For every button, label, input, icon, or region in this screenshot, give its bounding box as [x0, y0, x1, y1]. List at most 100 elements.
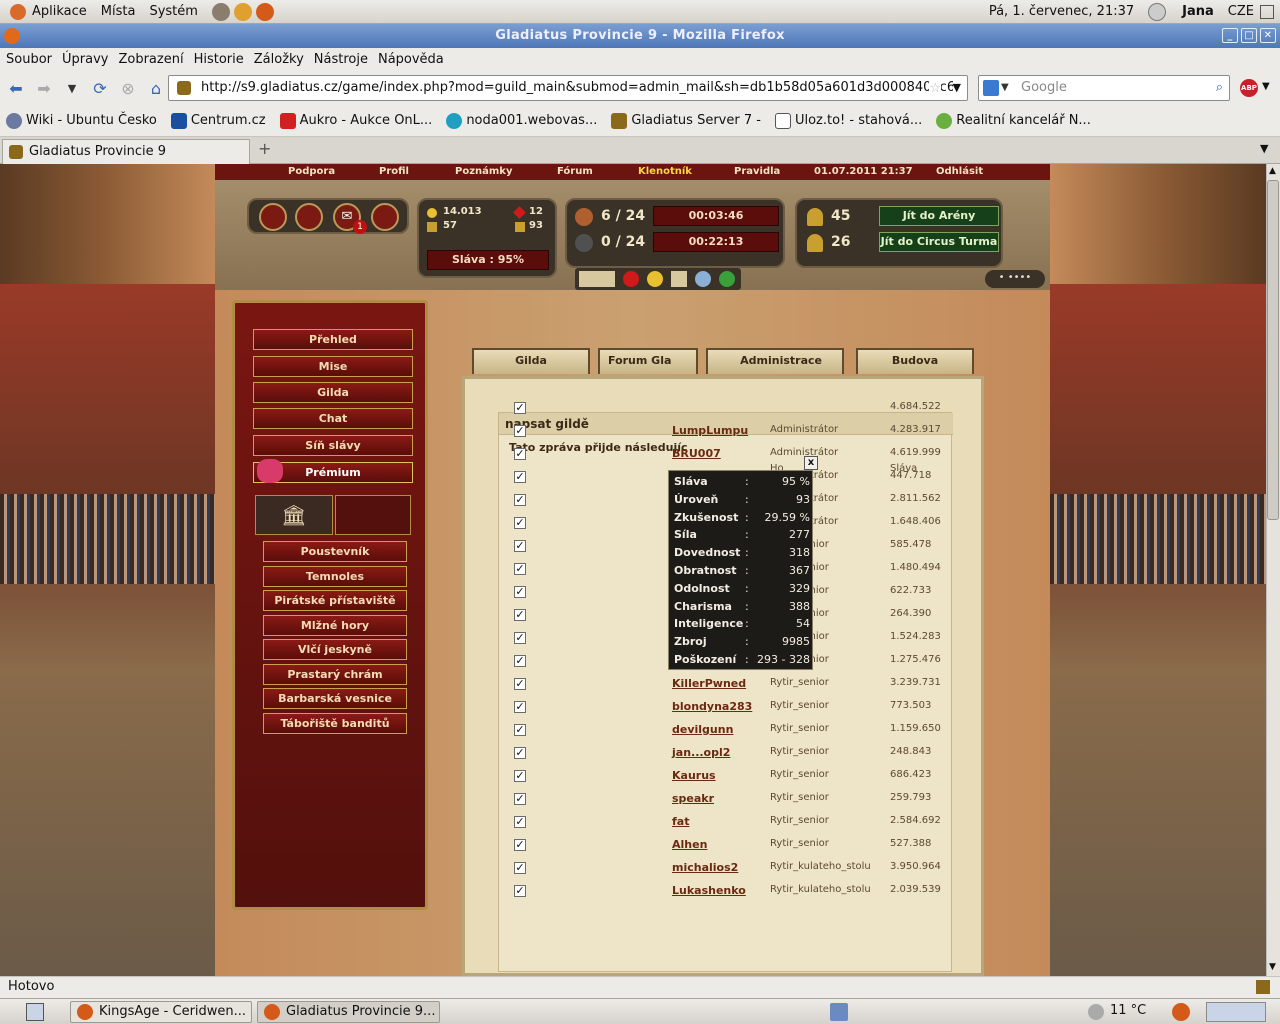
- tab-gladiatus[interactable]: Gladiatus Provincie 9: [2, 139, 250, 164]
- member-name[interactable]: LumpLumpu: [672, 424, 748, 437]
- member-name[interactable]: jan...opl2: [672, 746, 730, 759]
- link-notes[interactable]: Poznámky: [455, 166, 512, 177]
- bookmark-item[interactable]: Realitní kancelář N...: [936, 112, 1091, 129]
- member-checkbox[interactable]: ✓: [514, 632, 526, 644]
- toggle-panel-button[interactable]: • ••••: [985, 270, 1045, 288]
- member-checkbox[interactable]: ✓: [514, 747, 526, 759]
- task-gladiatus[interactable]: Gladiatus Provincie 9...: [257, 1001, 440, 1023]
- member-name[interactable]: devilgunn: [672, 723, 733, 736]
- menu-missions[interactable]: Mise: [253, 356, 413, 377]
- search-input[interactable]: ▼ Google ⌕: [978, 75, 1230, 101]
- scroll-icon[interactable]: [671, 271, 687, 287]
- location-hermit[interactable]: Poustevník: [263, 541, 407, 562]
- bookmark-item[interactable]: Wiki - Ubuntu Česko: [6, 112, 157, 129]
- history-dropdown-icon[interactable]: ▼: [60, 76, 84, 100]
- menu-bookmarks[interactable]: Záložky: [254, 52, 304, 67]
- reload-icon[interactable]: ⟳: [88, 76, 112, 100]
- member-checkbox[interactable]: ✓: [514, 793, 526, 805]
- system-menu[interactable]: Systém: [149, 4, 197, 19]
- tab-building[interactable]: Budova: [856, 348, 974, 374]
- coin-icon[interactable]: [647, 271, 663, 287]
- google-icon[interactable]: [983, 80, 999, 96]
- member-name[interactable]: michalios2: [672, 861, 738, 874]
- member-checkbox[interactable]: ✓: [514, 839, 526, 851]
- location-bandit-camp[interactable]: Tábořiště banditů: [263, 713, 407, 734]
- minimize-button[interactable]: _: [1222, 28, 1238, 43]
- bookmark-item[interactable]: Gladiatus Server 7 -: [611, 112, 761, 129]
- menu-history[interactable]: Historie: [194, 52, 244, 67]
- pen-icon[interactable]: [579, 271, 615, 287]
- back-arrow-icon[interactable]: ⬅: [4, 76, 28, 100]
- member-checkbox[interactable]: ✓: [514, 448, 526, 460]
- location-darkwood[interactable]: Temnoles: [263, 566, 407, 587]
- location-barbarian-village[interactable]: Barbarská vesnice: [263, 688, 407, 709]
- member-checkbox[interactable]: ✓: [514, 563, 526, 575]
- member-checkbox[interactable]: ✓: [514, 885, 526, 897]
- member-name[interactable]: BRU007: [672, 447, 721, 460]
- firefox-tray-icon[interactable]: [1172, 1003, 1190, 1021]
- member-name[interactable]: blondyna283: [672, 700, 752, 713]
- trash-icon[interactable]: [830, 1003, 848, 1021]
- scrollbar-thumb[interactable]: [1267, 180, 1279, 520]
- member-checkbox[interactable]: ✓: [514, 402, 526, 414]
- menu-chat[interactable]: Chat: [253, 408, 413, 429]
- swords-icon[interactable]: [295, 203, 323, 231]
- keyboard-layout[interactable]: CZE: [1228, 4, 1254, 19]
- workspace-switcher[interactable]: [1206, 1002, 1266, 1022]
- tooltip-close-button[interactable]: x: [804, 456, 818, 470]
- tab-list-icon[interactable]: ▼: [1260, 142, 1268, 155]
- adblock-dropdown-icon[interactable]: ▼: [1262, 81, 1270, 92]
- member-name[interactable]: Lukashenko: [672, 884, 746, 897]
- bookmark-item[interactable]: noda001.webovas...: [446, 112, 597, 129]
- link-jeweller[interactable]: Klenotník: [638, 166, 692, 177]
- member-checkbox[interactable]: ✓: [514, 770, 526, 782]
- member-checkbox[interactable]: ✓: [514, 609, 526, 621]
- member-checkbox[interactable]: ✓: [514, 655, 526, 667]
- member-checkbox[interactable]: ✓: [514, 724, 526, 736]
- orb-icon[interactable]: [695, 271, 711, 287]
- turma-button[interactable]: Jít do Circus Turma: [879, 232, 999, 252]
- url-bar[interactable]: http://s9.gladiatus.cz/game/index.php?mo…: [168, 75, 968, 101]
- city-icon[interactable]: 🏛: [255, 495, 333, 535]
- firefox-launcher-icon[interactable]: [255, 2, 274, 21]
- menu-guild[interactable]: Gilda: [253, 382, 413, 403]
- bookmark-item[interactable]: Aukro - Aukce OnL...: [279, 112, 432, 129]
- location-wolf-cave[interactable]: Vlčí jeskyně: [263, 639, 407, 660]
- green-orb-icon[interactable]: [719, 271, 735, 287]
- map-icon[interactable]: [335, 495, 411, 535]
- ubuntu-logo-icon[interactable]: [10, 3, 26, 20]
- url-dropdown-icon[interactable]: ▼: [952, 76, 961, 100]
- member-checkbox[interactable]: ✓: [514, 701, 526, 713]
- applications-menu[interactable]: Aplikace: [32, 4, 87, 19]
- member-name[interactable]: KillerPwned: [672, 677, 746, 690]
- location-ancient-temple[interactable]: Prastarý chrám: [263, 664, 407, 685]
- health-icon[interactable]: [623, 271, 639, 287]
- link-rules[interactable]: Pravidla: [734, 166, 780, 177]
- menu-edit[interactable]: Úpravy: [62, 52, 108, 67]
- power-icon[interactable]: [1148, 2, 1167, 21]
- member-name[interactable]: speakr: [672, 792, 714, 805]
- location-pirate-harbour[interactable]: Pirátské přístaviště: [263, 590, 407, 611]
- user-name[interactable]: Jana: [1182, 4, 1214, 19]
- network-icon[interactable]: [1260, 4, 1274, 19]
- menu-file[interactable]: Soubor: [6, 52, 52, 67]
- weather-icon[interactable]: [1088, 1004, 1104, 1020]
- member-checkbox[interactable]: ✓: [514, 471, 526, 483]
- weather-temperature[interactable]: 11 °C: [1110, 1003, 1146, 1018]
- overview-icon[interactable]: [259, 203, 287, 231]
- menu-hall-of-fame[interactable]: Síň slávy: [253, 435, 413, 456]
- scroll-up-icon[interactable]: ▲: [1269, 166, 1276, 176]
- tab-guild[interactable]: Gilda: [472, 348, 590, 374]
- launcher-icon[interactable]: [233, 2, 252, 21]
- new-tab-icon[interactable]: +: [258, 139, 271, 158]
- menu-view[interactable]: Zobrazení: [118, 52, 183, 67]
- member-checkbox[interactable]: ✓: [514, 678, 526, 690]
- location-misty-mountains[interactable]: Mlžné hory: [263, 615, 407, 636]
- member-checkbox[interactable]: ✓: [514, 517, 526, 529]
- menu-tools[interactable]: Nástroje: [314, 52, 368, 67]
- search-icon[interactable]: ⌕: [1216, 76, 1223, 100]
- bookmark-item[interactable]: Centrum.cz: [170, 112, 266, 129]
- member-checkbox[interactable]: ✓: [514, 862, 526, 874]
- status-addon-icon[interactable]: [1256, 980, 1270, 994]
- places-menu[interactable]: Místa: [101, 4, 136, 19]
